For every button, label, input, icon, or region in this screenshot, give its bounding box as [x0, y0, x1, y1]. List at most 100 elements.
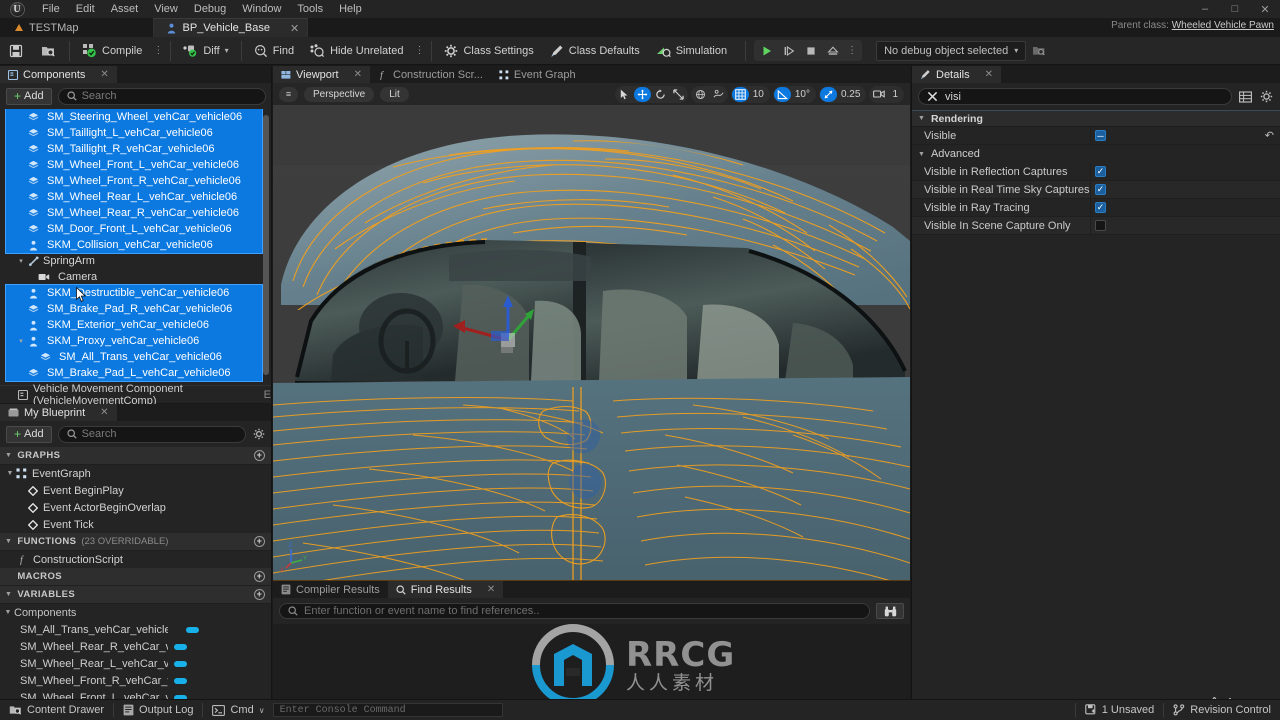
rotate-tool-button[interactable]: [652, 87, 669, 102]
details-table-view-icon[interactable]: [1238, 89, 1253, 104]
tab-my-blueprint[interactable]: My Blueprint ✕: [0, 404, 117, 421]
asset-tab-close-icon[interactable]: ✕: [276, 22, 299, 35]
myblueprint-search-input[interactable]: Search: [57, 425, 246, 443]
move-tool-button[interactable]: [633, 86, 651, 102]
select-tool-button[interactable]: [616, 87, 633, 102]
details-search-input[interactable]: visi: [918, 88, 1232, 105]
eject-button[interactable]: [822, 40, 844, 61]
vehicle-movement-component-row[interactable]: Vehicle Movement Component (VehicleMovem…: [0, 383, 271, 407]
viewport-menu-button[interactable]: ≡: [279, 86, 298, 102]
close-icon[interactable]: ✕: [354, 69, 362, 80]
maximize-button[interactable]: □: [1220, 0, 1250, 18]
component-row-sm-brake-pad-l[interactable]: SM_Brake_Pad_L_vehCar_vehicle06: [0, 365, 271, 381]
stop-button[interactable]: [800, 40, 822, 61]
find-references-input[interactable]: Enter function or event name to find ref…: [279, 603, 870, 619]
grid-snap-value[interactable]: 10: [750, 89, 769, 100]
world-coordinates-button[interactable]: [692, 87, 709, 102]
clear-search-icon[interactable]: [927, 91, 938, 102]
menu-window[interactable]: Window: [234, 0, 289, 18]
play-options-kebab[interactable]: ⋮: [844, 45, 860, 56]
chevron-down-icon[interactable]: ▼: [918, 115, 925, 122]
tab-event-graph[interactable]: Event Graph: [490, 66, 584, 83]
tab-compiler-results[interactable]: Compiler Results: [273, 581, 388, 598]
property-row-visible-scene-capture-only[interactable]: Visible In Scene Capture Only: [912, 216, 1280, 235]
viewport-perspective-dropdown[interactable]: Perspective: [304, 86, 375, 102]
asset-tab-bp-vehicle-base[interactable]: BP_Vehicle_Base ✕: [152, 18, 309, 37]
save-button[interactable]: [0, 37, 32, 65]
menu-file[interactable]: File: [34, 0, 68, 18]
menu-help[interactable]: Help: [331, 0, 370, 18]
content-drawer-button[interactable]: Content Drawer: [0, 700, 113, 720]
property-value[interactable]: [1090, 216, 1280, 235]
add-component-button[interactable]: + Add: [6, 87, 52, 105]
find-button[interactable]: Find: [246, 37, 302, 65]
myblueprint-settings-icon[interactable]: [252, 428, 266, 440]
property-row-visible-realtime-sky-captures[interactable]: Visible in Real Time Sky Captures ✓: [912, 180, 1280, 199]
scale-snap-toggle[interactable]: [819, 86, 837, 102]
component-row-sm-wheel-front-l[interactable]: SM_Wheel_Front_L_vehCar_vehicle06: [0, 157, 271, 173]
details-settings-gear-icon[interactable]: [1259, 89, 1274, 104]
class-settings-button[interactable]: Class Settings: [436, 37, 541, 65]
chevron-down-icon[interactable]: ▼: [5, 452, 12, 459]
hide-unrelated-kebab[interactable]: ⋮: [411, 45, 427, 56]
menu-tools[interactable]: Tools: [289, 0, 331, 18]
chevron-down-icon[interactable]: ▾: [225, 46, 229, 55]
close-icon[interactable]: ✕: [487, 584, 495, 595]
revision-control-button[interactable]: Revision Control: [1164, 700, 1280, 720]
tab-construction-script[interactable]: f Construction Scr...: [370, 66, 491, 83]
scale-tool-button[interactable]: [670, 87, 687, 102]
variable-group-components[interactable]: ▼ Components: [0, 604, 271, 621]
add-macro-button[interactable]: +: [254, 571, 265, 582]
play-button[interactable]: [756, 40, 778, 61]
scale-snap-value[interactable]: 0.25: [838, 89, 865, 100]
tab-components[interactable]: Components ✕: [0, 66, 117, 83]
component-row-sm-brake-pad-r[interactable]: SM_Brake_Pad_R_vehCar_vehicle06: [0, 301, 271, 317]
components-scrollbar[interactable]: [263, 115, 269, 375]
function-constructionscript[interactable]: f ConstructionScript: [0, 551, 271, 568]
component-row-skm-destructible[interactable]: SKM_Destructible_vehCar_vehicle06: [0, 285, 271, 301]
component-row-sm-taillight-r[interactable]: SM_Taillight_R_vehCar_vehicle06: [0, 141, 271, 157]
class-defaults-button[interactable]: Class Defaults: [542, 37, 648, 65]
close-icon[interactable]: ✕: [100, 407, 108, 418]
component-row-sm-all-trans[interactable]: SM_All_Trans_vehCar_vehicle06: [0, 349, 271, 365]
property-row-visible[interactable]: Visible ─ ↶: [912, 126, 1280, 145]
debug-object-dropdown[interactable]: No debug object selected ▾: [876, 40, 1027, 61]
minimize-button[interactable]: –: [1190, 0, 1220, 18]
component-row-sm-wheel-rear-l[interactable]: SM_Wheel_Rear_L_vehCar_vehicle06: [0, 189, 271, 205]
compile-button[interactable]: Compile: [74, 37, 150, 65]
visible-reflection-captures-checkbox[interactable]: ✓: [1095, 166, 1106, 177]
find-in-blueprints-button[interactable]: [876, 603, 904, 619]
section-graphs[interactable]: ▼ GRAPHS +: [0, 447, 271, 465]
rotation-snap-toggle[interactable]: [773, 86, 791, 102]
chevron-down-icon[interactable]: ▾: [16, 337, 26, 345]
section-functions[interactable]: ▼ FUNCTIONS (23 OVERRIDABLE) +: [0, 533, 271, 551]
close-icon[interactable]: ✕: [985, 69, 993, 80]
cmd-dropdown[interactable]: Cmd ∨: [203, 700, 268, 720]
find-results-list[interactable]: [273, 624, 910, 704]
add-blueprint-item-button[interactable]: + Add: [6, 425, 52, 443]
components-search-input[interactable]: Search: [57, 87, 266, 105]
variable-row[interactable]: SM_Wheel_Rear_L_vehCar_vehicle06: [0, 655, 271, 672]
property-value[interactable]: ✓: [1090, 162, 1280, 181]
hide-unrelated-button[interactable]: Hide Unrelated: [302, 37, 411, 65]
section-variables[interactable]: ▼ VARIABLES +: [0, 586, 271, 604]
tab-find-results[interactable]: Find Results ✕: [387, 581, 504, 598]
chevron-down-icon[interactable]: ▼: [5, 591, 12, 598]
camera-speed-value[interactable]: 1: [889, 89, 903, 100]
close-icon[interactable]: ✕: [100, 69, 108, 80]
step-button[interactable]: [778, 40, 800, 61]
details-category-rendering[interactable]: ▼ Rendering: [912, 110, 1280, 127]
component-row-sm-wheel-front-r[interactable]: SM_Wheel_Front_R_vehCar_vehicle06: [0, 173, 271, 189]
compile-options-kebab[interactable]: ⋮: [150, 45, 166, 56]
reset-to-default-icon[interactable]: ↶: [1265, 129, 1274, 142]
debug-browse-button[interactable]: [1026, 37, 1052, 65]
component-row-sm-taillight-l[interactable]: SM_Taillight_L_vehCar_vehicle06: [0, 125, 271, 141]
unsaved-button[interactable]: 1 Unsaved: [1076, 700, 1164, 720]
chevron-down-icon[interactable]: ▼: [4, 470, 16, 477]
property-value[interactable]: ─ ↶: [1090, 126, 1280, 145]
visible-realtime-sky-captures-checkbox[interactable]: ✓: [1095, 184, 1106, 195]
component-row-sm-door-front-l[interactable]: SM_Door_Front_L_vehCar_vehicle06: [0, 221, 271, 237]
menu-view[interactable]: View: [146, 0, 186, 18]
diff-button[interactable]: Diff ▾: [175, 37, 236, 65]
component-row-camera[interactable]: Camera: [0, 269, 271, 285]
